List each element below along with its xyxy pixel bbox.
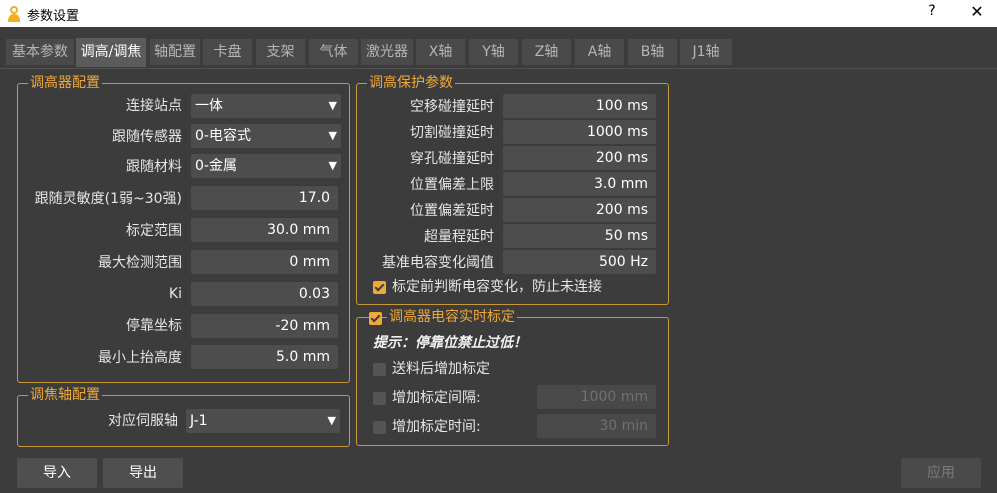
overtravel-label: 超量程延时 [424,229,494,245]
sensor-value: 0-电容式 [195,128,251,144]
servo-select[interactable]: J-1 ▼ [186,409,340,433]
tab-gas[interactable]: 气体 [309,39,358,65]
chevron-down-icon: ▼ [328,159,337,172]
cut-collision-label: 切割碰撞延时 [410,125,494,141]
time-checkbox[interactable] [373,421,386,434]
chevron-down-icon: ▼ [327,414,336,427]
after-feed-checkbox[interactable] [373,363,386,376]
tab-a-axis[interactable]: A轴 [575,39,624,65]
sensitivity-label: 跟随灵敏度(1弱~30强) [34,191,182,207]
tab-z-axis[interactable]: Z轴 [522,39,571,65]
ki-field[interactable]: 0.03 [191,282,338,306]
close-button[interactable]: ✕ [966,2,988,24]
calib-range-label: 标定范围 [126,223,182,239]
app-icon [8,6,20,22]
tab-divider [0,68,997,69]
overtravel-field[interactable]: 50 ms [503,224,656,248]
tab-j1-axis[interactable]: J1轴 [680,39,732,65]
chevron-down-icon: ▼ [328,99,337,112]
tab-b-axis[interactable]: B轴 [628,39,677,65]
window-title: 参数设置 [27,9,80,24]
interval-checkbox[interactable] [373,392,386,405]
sensor-label: 跟随传感器 [112,129,182,145]
export-button[interactable]: 导出 [103,458,183,488]
group-title: 调焦轴配置 [28,386,102,404]
sensor-select[interactable]: 0-电容式 ▼ [191,124,341,148]
move-collision-field[interactable]: 100 ms [503,94,656,118]
time-field[interactable]: 30 min [537,414,656,438]
tab-axis-config[interactable]: 轴配置 [150,39,200,65]
cap-threshold-label: 基准电容变化阈值 [382,255,494,271]
cap-threshold-field[interactable]: 500 Hz [503,250,656,274]
move-collision-label: 空移碰撞延时 [410,99,494,115]
station-select[interactable]: 一体 ▼ [191,94,341,118]
min-lift-label: 最小上抬高度 [98,350,182,366]
pierce-collision-label: 穿孔碰撞延时 [410,151,494,167]
cut-collision-field[interactable]: 1000 ms [503,120,656,144]
after-feed-label: 送料后增加标定 [392,361,490,377]
max-detect-label: 最大检测范围 [98,255,182,271]
min-lift-field[interactable]: 5.0 mm [191,345,338,369]
max-detect-field[interactable]: 0 mm [191,250,338,274]
pierce-collision-field[interactable]: 200 ms [503,146,656,170]
height-config-group: 调高器配置 连接站点 一体 ▼ 跟随传感器 0-电容式 ▼ 跟随材料 0-金属 … [17,74,350,383]
apply-button[interactable]: 应用 [901,458,981,488]
help-button[interactable]: ? [922,3,942,23]
tab-support[interactable]: 支架 [256,39,305,65]
station-label: 连接站点 [126,98,182,114]
group-title: 调高保护参数 [367,74,455,92]
precheck-label: 标定前判断电容变化，防止未连接 [392,279,602,295]
sensitivity-field[interactable]: 17.0 [191,186,338,210]
tab-chuck[interactable]: 卡盘 [203,39,252,65]
pos-dev-delay-label: 位置偏差延时 [410,203,494,219]
calib-range-field[interactable]: 30.0 mm [191,218,338,242]
park-coord-field[interactable]: -20 mm [191,314,338,338]
tab-x-axis[interactable]: X轴 [416,39,465,65]
servo-label: 对应伺服轴 [108,413,178,429]
chevron-down-icon: ▼ [328,129,337,142]
tab-height-focus[interactable]: 调高/调焦 [76,38,146,67]
hint-text: 提示：停靠位禁止过低！ [373,335,527,351]
pos-dev-limit-field[interactable]: 3.0 mm [503,172,656,196]
tab-y-axis[interactable]: Y轴 [469,39,518,65]
servo-value: J-1 [190,413,208,429]
title-bar: 参数设置 ? ✕ [0,0,997,27]
pos-dev-limit-label: 位置偏差上限 [410,177,494,193]
material-label: 跟随材料 [126,159,182,175]
tab-bar: 基本参数 调高/调焦 轴配置 卡盘 支架 气体 激光器 X轴 Y轴 Z轴 A轴 … [0,38,997,68]
tab-basic[interactable]: 基本参数 [6,39,74,65]
focus-config-group: 调焦轴配置 对应伺服轴 J-1 ▼ [17,386,350,447]
precheck-checkbox[interactable] [373,281,386,294]
group-title: 调高器电容实时标定 [387,308,517,326]
import-button[interactable]: 导入 [17,458,97,488]
material-select[interactable]: 0-金属 ▼ [191,154,341,178]
tab-laser[interactable]: 激光器 [361,39,413,65]
station-value: 一体 [195,98,223,114]
material-value: 0-金属 [195,158,237,174]
group-title: 调高器配置 [28,74,102,92]
pos-dev-delay-field[interactable]: 200 ms [503,198,656,222]
park-coord-label: 停靠坐标 [126,318,182,334]
realtime-group: 调高器电容实时标定 提示：停靠位禁止过低！ 送料后增加标定 增加标定间隔: 10… [356,308,669,446]
ki-label: Ki [168,286,182,302]
protection-group: 调高保护参数 空移碰撞延时 100 ms 切割碰撞延时 1000 ms 穿孔碰撞… [356,74,669,305]
time-label: 增加标定时间: [392,419,481,435]
realtime-enable-checkbox[interactable] [369,312,382,325]
interval-label: 增加标定间隔: [392,390,481,406]
interval-field[interactable]: 1000 mm [537,385,656,409]
